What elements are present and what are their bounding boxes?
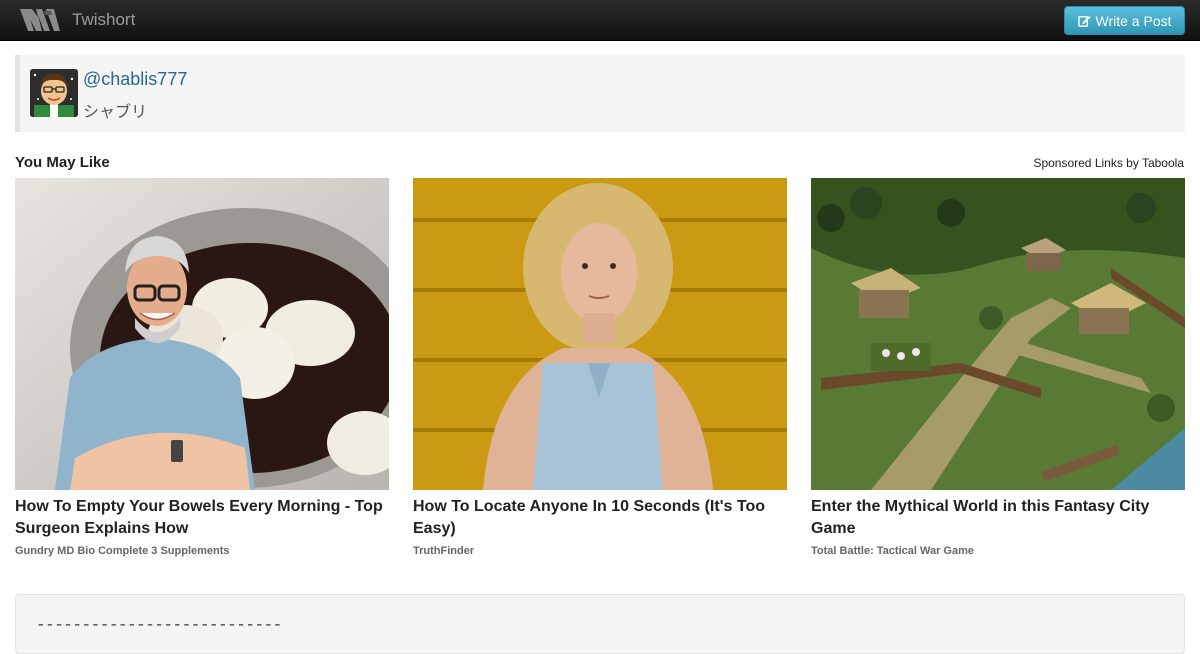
card-headline[interactable]: Enter the Mythical World in this Fantasy… — [811, 496, 1185, 540]
username-link[interactable]: @chablis777 — [83, 69, 187, 90]
twishort-logo-icon — [20, 9, 60, 31]
card-source[interactable]: TruthFinder — [413, 545, 787, 557]
recommendation-card[interactable]: Enter the Mythical World in this Fantasy… — [811, 178, 1185, 557]
user-card: @chablis777 シャブリ — [15, 55, 1185, 132]
post-text: --------------------------- — [36, 616, 282, 634]
avatar[interactable] — [30, 69, 78, 117]
write-post-button[interactable]: Write a Post — [1064, 6, 1185, 35]
sponsored-links-label[interactable]: Sponsored Links by Taboola — [1033, 156, 1184, 170]
card-headline[interactable]: How To Locate Anyone In 10 Seconds (It's… — [413, 496, 787, 540]
thumbnail-image — [811, 178, 1185, 490]
you-may-like-heading: You May Like — [15, 154, 110, 171]
brand-name: Twishort — [72, 10, 136, 29]
edit-icon — [1077, 15, 1091, 27]
post-content-box: --------------------------- — [15, 594, 1185, 654]
card-source[interactable]: Gundry MD Bio Complete 3 Supplements — [15, 545, 389, 557]
thumbnail-image — [413, 178, 787, 490]
brand-link[interactable]: Twishort — [18, 5, 135, 35]
recommendation-card[interactable]: How To Locate Anyone In 10 Seconds (It's… — [413, 178, 787, 557]
write-post-label: Write a Post — [1095, 12, 1172, 29]
card-headline[interactable]: How To Empty Your Bowels Every Morning -… — [15, 496, 389, 540]
avatar-image — [30, 69, 78, 117]
recommendation-card[interactable]: How To Empty Your Bowels Every Morning -… — [15, 178, 389, 557]
top-navbar: Twishort Write a Post — [0, 0, 1200, 41]
card-source[interactable]: Total Battle: Tactical War Game — [811, 545, 1185, 557]
thumbnail-image — [15, 178, 389, 490]
display-name: シャブリ — [83, 104, 148, 121]
